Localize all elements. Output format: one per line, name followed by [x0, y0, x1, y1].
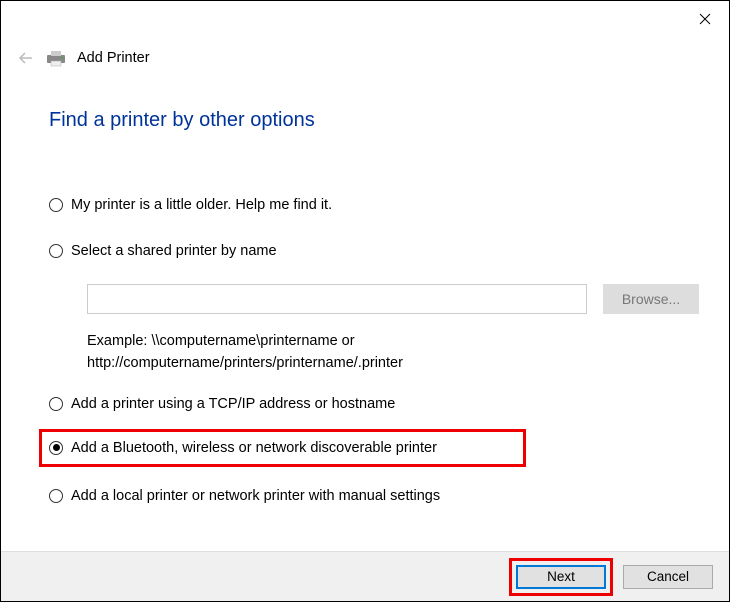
- printer-icon: [45, 49, 67, 67]
- back-arrow-icon: [18, 50, 34, 66]
- option-local[interactable]: Add a local printer or network printer w…: [49, 485, 699, 507]
- option-shared-printer[interactable]: Select a shared printer by name: [49, 240, 699, 262]
- radio-icon: [49, 397, 63, 411]
- next-button[interactable]: Next: [516, 565, 606, 589]
- option-older-printer[interactable]: My printer is a little older. Help me fi…: [49, 194, 699, 216]
- option-tcpip[interactable]: Add a printer using a TCP/IP address or …: [49, 393, 699, 415]
- next-button-highlight: Next: [509, 558, 613, 596]
- radio-label: Select a shared printer by name: [71, 243, 277, 259]
- footer-bar: Next Cancel: [1, 551, 729, 601]
- close-icon: [699, 13, 711, 25]
- radio-label: Add a Bluetooth, wireless or network dis…: [71, 440, 437, 456]
- radio-icon: [49, 198, 63, 212]
- highlighted-option-box: Add a Bluetooth, wireless or network dis…: [39, 429, 526, 467]
- close-button[interactable]: [695, 9, 715, 29]
- browse-button: Browse...: [603, 284, 699, 314]
- radio-label: Add a printer using a TCP/IP address or …: [71, 396, 395, 412]
- options-group: My printer is a little older. Help me fi…: [49, 194, 699, 507]
- header-bar: Add Printer: [17, 49, 150, 67]
- shared-printer-subsection: Browse... Example: \\computername\printe…: [87, 284, 699, 375]
- header-title: Add Printer: [77, 50, 150, 66]
- radio-label: Add a local printer or network printer w…: [71, 488, 440, 504]
- radio-icon: [49, 489, 63, 503]
- option-bluetooth[interactable]: Add a Bluetooth, wireless or network dis…: [49, 440, 516, 456]
- example-line-1: Example: \\computername\printername or: [87, 330, 699, 352]
- shared-printer-input[interactable]: [87, 284, 587, 314]
- radio-icon: [49, 441, 63, 455]
- radio-label: My printer is a little older. Help me fi…: [71, 197, 332, 213]
- shared-input-row: Browse...: [87, 284, 699, 314]
- radio-icon: [49, 244, 63, 258]
- cancel-button[interactable]: Cancel: [623, 565, 713, 589]
- page-heading: Find a printer by other options: [49, 109, 315, 132]
- back-button[interactable]: [17, 49, 35, 67]
- example-line-2: http://computername/printers/printername…: [87, 352, 699, 374]
- example-text: Example: \\computername\printername or h…: [87, 330, 699, 375]
